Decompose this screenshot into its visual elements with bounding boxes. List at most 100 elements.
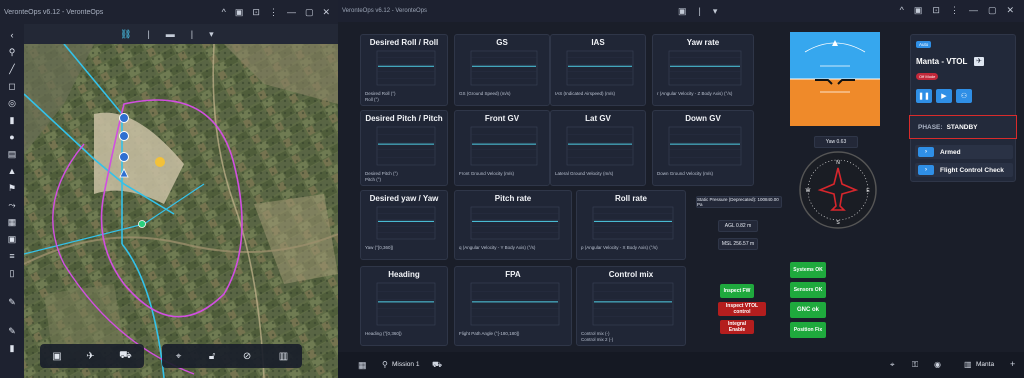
add-icon[interactable]: + bbox=[1010, 359, 1015, 369]
chart-3: Yaw rate r (Angular Velocity - Z Body Axi… bbox=[652, 34, 754, 106]
waypoint-icon[interactable]: ● bbox=[5, 132, 19, 143]
trash-icon[interactable]: ▯ bbox=[5, 268, 19, 279]
chevron-right-icon: › bbox=[918, 147, 934, 157]
pencil-icon[interactable]: ✎ bbox=[5, 297, 19, 308]
armed-button[interactable]: › Armed bbox=[915, 145, 1013, 159]
close-icon[interactable]: ✕ bbox=[322, 7, 330, 18]
map-icon[interactable]: ▣ bbox=[52, 351, 61, 362]
tool-rail: ‹ ⚲ ╱ ◻ ◎ ▮ ● ▤ ▲ ⚑ ⤳ ▦ ▣ ≡ ▯ ✎ ✎ ▮ bbox=[0, 24, 24, 378]
marker-icon[interactable]: ⚑ bbox=[5, 183, 19, 194]
cursor-icon[interactable]: ⌖ bbox=[890, 360, 895, 370]
pin-icon[interactable]: ⚲ bbox=[5, 47, 19, 58]
polygon-icon[interactable]: ◻ bbox=[5, 81, 19, 92]
chart-legend-entry: p (Angular Velocity - X Body Axis) (°/s) bbox=[581, 245, 658, 250]
chart-legend-entry: Yaw (°[0,360]) bbox=[365, 245, 394, 250]
agl-readout: AGL 0.82 m bbox=[718, 220, 758, 232]
tile-icon[interactable]: ▣ bbox=[235, 7, 244, 18]
sensors-ok-button[interactable]: Sensors OK bbox=[790, 282, 826, 298]
grid-icon[interactable]: ▤ bbox=[5, 149, 19, 160]
yaw-readout: Yaw 0.63 bbox=[814, 136, 858, 148]
chart-plot bbox=[470, 50, 538, 86]
chart-12: FPA Flight Path Angle (°[-180,180]) bbox=[454, 266, 572, 346]
route-icon[interactable]: ⤳ bbox=[5, 200, 19, 211]
lock-icon[interactable]: 🔓︎ bbox=[209, 351, 215, 362]
chart-legend-entry: q (Angular Velocity - Y Body Axis) (°/s) bbox=[459, 245, 536, 250]
position-fix-button[interactable]: Position Fix bbox=[790, 322, 826, 338]
integral-enable-button[interactable]: Integral Enable bbox=[720, 320, 754, 334]
table-icon[interactable]: ▦ bbox=[5, 217, 19, 228]
circle-icon[interactable]: ◎ bbox=[5, 98, 19, 109]
inspect-vtol-control-button[interactable]: Inspect VTOL control bbox=[718, 302, 766, 316]
chart-legend-entry: Desired Pitch (°) bbox=[365, 171, 398, 176]
chart-legend-entry: GS (Ground Speed) (m/s) bbox=[459, 91, 511, 96]
line-icon[interactable]: ╱ bbox=[5, 64, 19, 75]
chart-legend-entry: Roll (°) bbox=[365, 97, 379, 102]
menu-chevron-icon[interactable]: ▾ bbox=[209, 29, 214, 40]
svg-text:W: W bbox=[806, 188, 811, 194]
chart-9: Pitch rate q (Angular Velocity - Y Body A… bbox=[454, 190, 572, 260]
split-icon[interactable]: ⊡ bbox=[932, 5, 940, 16]
auto-badge: Auto bbox=[916, 41, 932, 48]
pause-button[interactable]: ❚❚ bbox=[916, 89, 932, 103]
chart-legend-entry: IAS (Indicated Airspeed) (m/s) bbox=[555, 91, 616, 96]
minimize-icon[interactable]: — bbox=[969, 5, 978, 16]
layers-icon[interactable]: ▬ bbox=[166, 29, 175, 39]
map-toolbar: ⛓ | ▬ | ▾ bbox=[0, 24, 338, 44]
tile-icon[interactable]: ▣ bbox=[914, 5, 923, 16]
chart-legend-entry: Control mix (-) bbox=[581, 331, 610, 336]
split-icon[interactable]: ⊡ bbox=[252, 7, 260, 18]
close-icon[interactable]: ✕ bbox=[1006, 5, 1014, 16]
expand-icon[interactable]: ^ bbox=[222, 7, 226, 18]
gnc-ok-button[interactable]: GNC ok bbox=[790, 302, 826, 318]
mission-icon: ⚲ bbox=[382, 360, 388, 369]
separator: | bbox=[698, 6, 701, 16]
chart-legend-entry: Pitch (°) bbox=[365, 177, 382, 182]
car-icon[interactable]: ⛟ bbox=[119, 350, 132, 363]
left-window-title: VeronteOps v6.12 - VeronteOps bbox=[4, 8, 104, 16]
chart-8: Desired yaw / Yaw Yaw (°[0,360]) bbox=[360, 190, 448, 260]
chart-legend-entry: r (Angular Velocity - Z Body Axis) (°/s) bbox=[657, 91, 733, 96]
chart-1: GS GS (Ground Speed) (m/s) bbox=[454, 34, 550, 106]
map-window: VeronteOps v6.12 - VeronteOps ^ ▣ ⊡ ⋮ — … bbox=[0, 0, 338, 378]
chevron-down-icon[interactable]: ▾ bbox=[713, 6, 718, 17]
more-icon[interactable]: ⋮ bbox=[269, 7, 278, 18]
mission-selector[interactable]: Mission 1 bbox=[392, 361, 419, 368]
calendar-icon[interactable]: ▣ bbox=[5, 234, 19, 245]
expand-icon[interactable]: ^ bbox=[900, 5, 904, 16]
mission-car-icon[interactable]: ⛟ bbox=[432, 360, 442, 370]
right-title-bar: VeronteOps v6.12 - VeronteOps ▣ | ▾ ^ ▣ … bbox=[338, 0, 1024, 22]
delete-icon[interactable]: ▮ bbox=[5, 343, 19, 354]
lock-icon[interactable]: ⚿ bbox=[912, 360, 918, 370]
cursor-icon[interactable]: ⌖ bbox=[176, 351, 182, 362]
inspect-fw-button[interactable]: Inspect FW bbox=[720, 284, 754, 298]
vehicle-selector[interactable]: Manta bbox=[976, 361, 994, 368]
minimize-icon[interactable]: — bbox=[287, 7, 296, 18]
visibility-icon[interactable]: ◉ bbox=[934, 360, 941, 369]
separator: | bbox=[190, 29, 194, 39]
maximize-icon[interactable]: ▢ bbox=[988, 5, 997, 16]
drone-icon[interactable]: ✈ bbox=[86, 351, 94, 362]
visibility-off-icon[interactable]: ⊘ bbox=[243, 351, 251, 362]
flight-control-check-button[interactable]: › Flight Control Check bbox=[915, 163, 1013, 177]
systems-ok-button[interactable]: Systems OK bbox=[790, 262, 826, 278]
right-window-title: VeronteOps v6.12 - VeronteOps bbox=[342, 8, 428, 14]
more-icon[interactable]: ⋮ bbox=[950, 5, 959, 16]
link-icon[interactable]: ⛓ bbox=[120, 29, 131, 40]
list-icon[interactable]: ≡ bbox=[5, 251, 19, 262]
pencil-edit-icon[interactable]: ✎ bbox=[5, 326, 19, 337]
separator: | bbox=[147, 29, 150, 39]
triangle-icon[interactable]: ▲ bbox=[5, 166, 19, 177]
panels-icon[interactable]: ▥ bbox=[279, 351, 288, 362]
box-icon[interactable]: ▮ bbox=[5, 115, 19, 126]
play-button[interactable]: ▶ bbox=[936, 89, 952, 103]
map-view[interactable] bbox=[24, 44, 338, 378]
chart-legend-entry: Down Ground Velocity (m/s) bbox=[657, 171, 714, 176]
chart-legend-entry: Desired Roll (°) bbox=[365, 91, 396, 96]
layout-icon[interactable]: ▣ bbox=[678, 6, 687, 17]
maximize-icon[interactable]: ▢ bbox=[305, 7, 314, 18]
grid-menu-icon[interactable]: ▦ bbox=[358, 360, 367, 371]
pilot-button[interactable]: ⚇ bbox=[956, 89, 972, 103]
chart-plot bbox=[376, 206, 436, 240]
phase-value: STANDBY bbox=[946, 123, 978, 131]
chevron-left-icon[interactable]: ‹ bbox=[5, 30, 19, 41]
